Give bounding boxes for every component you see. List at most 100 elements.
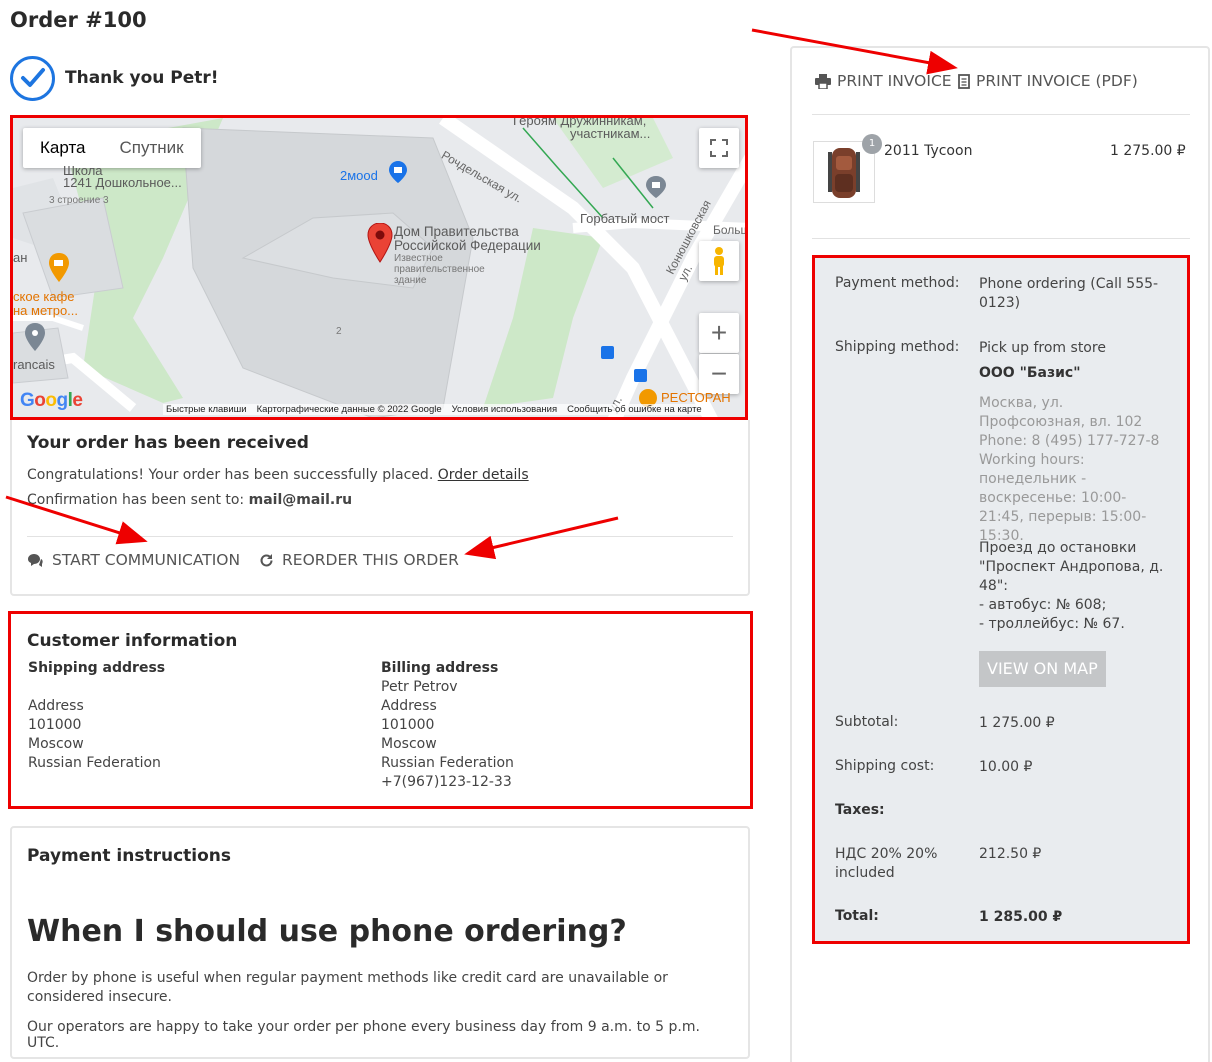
billing-address-line: +7(967)123-12-33 (381, 774, 512, 790)
billing-address-line: Address (381, 698, 437, 714)
map-footer: Быстрые клавиши Картографические данные … (163, 404, 705, 415)
view-on-map-button[interactable]: VIEW ON MAP (979, 651, 1106, 687)
reorder-button[interactable]: REORDER THIS ORDER (259, 551, 459, 569)
divider (27, 536, 733, 537)
payment-instructions-title: When I should use phone ordering? (27, 914, 627, 949)
bus-stop-icon (601, 346, 614, 359)
print-invoice-label: PRINT INVOICE (837, 72, 952, 90)
billing-address-block: Billing address Petr Petrov Address 1010… (381, 660, 514, 792)
confirmation-prefix: Confirmation has been sent to: (27, 492, 245, 508)
shipping-address-line (28, 678, 165, 697)
thank-you-banner: Thank you Petr! (10, 55, 219, 101)
google-logo: Google (20, 390, 83, 411)
order-received-heading: Your order has been received (27, 433, 309, 453)
shipping-address-line: Moscow (28, 736, 84, 752)
monument-pin-icon (646, 176, 666, 198)
product-quantity-badge: 1 (862, 134, 882, 154)
vat-value: 212.50 ₽ (979, 846, 1042, 862)
product-price: 1 275.00 ₽ (1110, 143, 1186, 159)
map-report-link[interactable]: Сообщить об ошибке на карте (567, 404, 702, 415)
payment-instructions-para2: Our operators are happy to take your ord… (27, 1019, 700, 1051)
payment-method-value: Phone ordering (Call 555-0123) (979, 276, 1159, 311)
payment-instructions-heading: Payment instructions (27, 846, 232, 866)
order-received-card: Your order has been received Congratulat… (10, 420, 750, 596)
printer-icon (815, 73, 831, 89)
store-address: Москва, ул. Профсоюзная, вл. 102 (979, 395, 1143, 430)
map-label-bolsh: Больш (713, 223, 748, 237)
taxes-label: Taxes: (835, 802, 885, 818)
confirmation-email: mail@mail.ru (248, 492, 353, 508)
divider (812, 114, 1190, 115)
start-communication-button[interactable]: START COMMUNICATION (27, 551, 240, 569)
reorder-label: REORDER THIS ORDER (282, 551, 459, 569)
shop-pin-icon (389, 161, 407, 183)
view-on-map-wrapper: VIEW ON MAP (979, 651, 1106, 687)
customer-info-heading: Customer information (27, 631, 238, 651)
total-label: Total: (835, 908, 879, 924)
store-trolley: - троллейбус: № 67. (979, 616, 1125, 632)
shipping-address-label: Shipping address (28, 660, 166, 676)
thank-you-text: Thank you Petr! (65, 68, 219, 88)
shipping-cost-value: 10.00 ₽ (979, 759, 1033, 775)
map-shortcuts-link[interactable]: Быстрые клавиши (166, 404, 247, 415)
fullscreen-button[interactable] (699, 128, 739, 168)
map-label-cafe: ское кафе (13, 289, 75, 304)
billing-address-line: 101000 (381, 717, 435, 733)
tab-satellite[interactable]: Спутник (103, 128, 201, 168)
billing-address-line: Moscow (381, 736, 437, 752)
store-map[interactable]: Карта Спутник + − Дом Правительства Росс… (10, 115, 748, 420)
product-name[interactable]: 2011 Tycoon (884, 143, 972, 159)
shipping-address-line: 101000 (28, 717, 82, 733)
vat-label: НДС 20% 20% included (835, 846, 938, 881)
store-directions: Проезд до остановки "Проспект Андропова,… (979, 540, 1164, 594)
checkmark-icon (10, 55, 55, 101)
shipping-address-line: Russian Federation (28, 755, 161, 771)
map-pin-subtitle: Известное правительственное здание (394, 253, 485, 286)
map-label-number: 2 (336, 326, 342, 337)
print-invoice-pdf-button[interactable]: PRINT INVOICE (PDF) (958, 72, 1138, 90)
congrats-text: Congratulations! Your order has been suc… (27, 467, 434, 483)
print-invoice-button[interactable]: PRINT INVOICE (815, 72, 952, 90)
order-details-link[interactable]: Order details (438, 467, 529, 483)
zoom-out-button[interactable]: − (699, 354, 739, 394)
shipping-cost-label: Shipping cost: (835, 758, 935, 774)
map-label-humpback-bridge: Горбатый мост (580, 211, 670, 226)
shipping-address-line: Address (28, 698, 84, 714)
map-label-school: 1241 Дошкольное... (63, 175, 182, 190)
map-label-mood: 2мood (340, 168, 378, 183)
store-phone: Phone: 8 (495) 177-727-8 (979, 433, 1160, 449)
map-pin-icon[interactable] (367, 223, 393, 263)
map-type-tabs[interactable]: Карта Спутник (23, 128, 201, 168)
map-pin-title: Дом Правительства Российской Федерации (394, 224, 541, 253)
shipping-method-value: Pick up from store (979, 340, 1106, 356)
start-communication-label: START COMMUNICATION (52, 551, 241, 569)
shipping-method-label: Shipping method: (835, 339, 960, 355)
map-terms-link[interactable]: Условия использования (452, 404, 557, 415)
payment-instructions-para1: Order by phone is useful when regular pa… (27, 970, 668, 1005)
billing-address-label: Billing address (381, 660, 499, 676)
map-label-metro: на метро... (13, 303, 79, 318)
divider (812, 238, 1190, 239)
map-data-credit: Картографические данные © 2022 Google (256, 404, 442, 415)
map-label-heroes2: участникам... (570, 126, 651, 141)
print-invoice-pdf-label: PRINT INVOICE (PDF) (976, 72, 1138, 90)
page-title: Order #100 (10, 8, 147, 32)
document-icon (958, 73, 970, 89)
subtotal-label: Subtotal: (835, 714, 899, 730)
zoom-in-button[interactable]: + (699, 313, 739, 353)
confirmation-text: Confirmation has been sent to: mail@mail… (27, 492, 352, 508)
store-name: ООО "Базис" (979, 365, 1081, 381)
billing-address-line: Petr Petrov (381, 679, 458, 695)
payment-method-label: Payment method: (835, 275, 960, 291)
subtotal-value: 1 275.00 ₽ (979, 715, 1055, 731)
shipping-address-block: Shipping address Address 101000 Moscow R… (28, 660, 165, 773)
map-label-francais: rancais (13, 357, 55, 372)
order-summary: Payment method: Phone ordering (Call 555… (812, 255, 1190, 944)
map-label-restaurant: РЕСТОРАН (661, 390, 731, 405)
fullscreen-icon (710, 139, 728, 157)
tab-map[interactable]: Карта (23, 128, 103, 168)
map-label-building: 3 строение 3 (49, 195, 109, 206)
billing-address-line: Russian Federation (381, 755, 514, 771)
total-value: 1 285.00 ₽ (979, 909, 1063, 925)
bus-stop-icon (634, 369, 647, 382)
